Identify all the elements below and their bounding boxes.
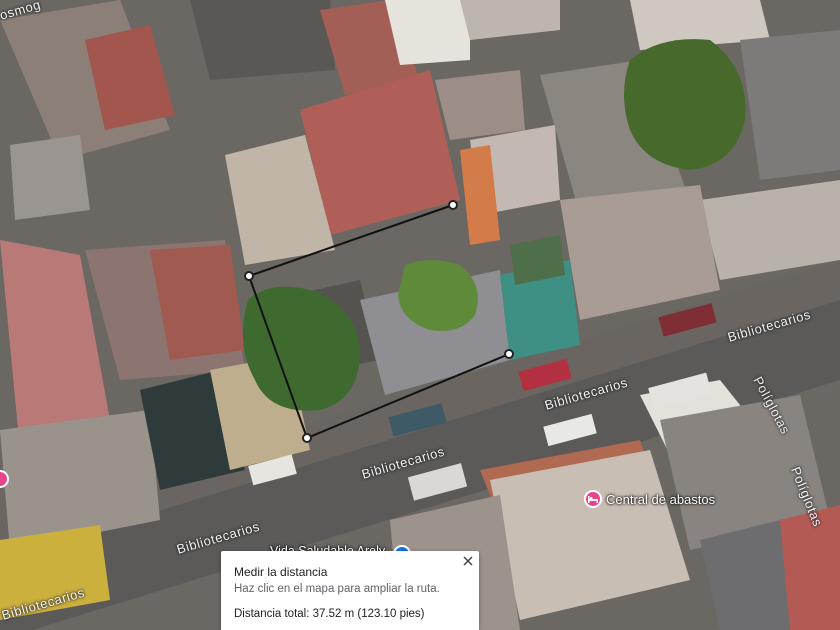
hotel-bed-icon xyxy=(584,490,602,508)
total-distance: Distancia total: 37.52 m (123.10 pies) xyxy=(234,608,425,620)
close-icon[interactable] xyxy=(461,554,475,568)
measure-point[interactable] xyxy=(504,349,514,359)
satellite-map[interactable]: Bibliotecarios Bibliotecarios Biblioteca… xyxy=(0,0,840,630)
measure-point[interactable] xyxy=(244,271,254,281)
satellite-imagery xyxy=(0,0,840,630)
measure-point[interactable] xyxy=(448,200,458,210)
poi-label: Central de abastos xyxy=(606,491,716,507)
poi-central-de-abastos[interactable]: Central de abastos xyxy=(584,490,715,508)
panel-hint: Haz clic en el mapa para ampliar la ruta… xyxy=(234,583,440,595)
measure-point[interactable] xyxy=(302,433,312,443)
panel-title: Medir la distancia xyxy=(234,565,328,579)
measure-distance-panel: Medir la distancia Haz clic en el mapa p… xyxy=(221,551,479,630)
